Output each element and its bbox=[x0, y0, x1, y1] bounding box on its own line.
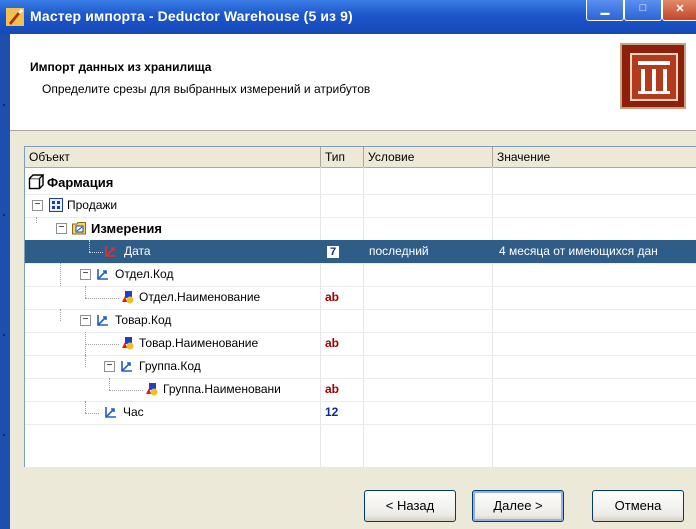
tree-label: Группа.Наименовани bbox=[163, 382, 281, 396]
tree-label: Товар.Код bbox=[115, 313, 172, 327]
tree-label: Измерения bbox=[91, 221, 162, 236]
import-wizard-window: Мастер импорта - Deductor Warehouse (5 и… bbox=[0, 0, 696, 529]
tree-label: Отдел.Наименование bbox=[139, 290, 261, 304]
tree-label: Продажи bbox=[67, 198, 118, 212]
window-title: Мастер импорта - Deductor Warehouse (5 и… bbox=[30, 8, 353, 24]
column-type[interactable]: Тип bbox=[321, 147, 364, 167]
tree-label: Отдел.Код bbox=[115, 267, 174, 281]
tree-row[interactable]: Фармация bbox=[25, 171, 696, 195]
date-type-icon: 7 bbox=[327, 246, 339, 258]
tree-row[interactable]: − Группа.Код bbox=[25, 355, 696, 379]
tree-row[interactable]: Товар.Наименование ab bbox=[25, 332, 696, 356]
tree-row[interactable]: − Отдел.Код bbox=[25, 263, 696, 287]
tree-row[interactable]: − Измерения bbox=[25, 217, 696, 241]
cancel-button[interactable]: Отмена bbox=[592, 490, 684, 522]
dimension-axis-icon bbox=[121, 361, 132, 372]
cube-icon bbox=[28, 174, 44, 190]
close-button[interactable]: ✕ bbox=[662, 0, 696, 21]
number-type-icon: 12 bbox=[325, 405, 339, 419]
attribute-icon bbox=[122, 337, 134, 350]
tree-row[interactable]: Отдел.Наименование ab bbox=[25, 286, 696, 310]
collapse-toggle[interactable]: − bbox=[104, 361, 115, 372]
tree-label: Дата bbox=[124, 244, 151, 258]
dimensions-folder-icon bbox=[72, 222, 86, 235]
collapse-toggle[interactable]: − bbox=[80, 269, 91, 280]
title-bar[interactable]: Мастер импорта - Deductor Warehouse (5 и… bbox=[0, 0, 696, 34]
tree-row[interactable]: Час 12 bbox=[25, 401, 696, 425]
back-button[interactable]: < Назад bbox=[364, 490, 456, 522]
dimension-axis-icon bbox=[105, 246, 116, 257]
minimize-button[interactable]: ▁ bbox=[586, 0, 624, 21]
column-condition[interactable]: Условие bbox=[364, 147, 493, 167]
tree-label: Товар.Наименование bbox=[139, 336, 259, 350]
collapse-toggle[interactable]: − bbox=[56, 223, 67, 234]
tree-row[interactable]: − Продажи bbox=[25, 194, 696, 218]
attribute-icon bbox=[122, 291, 134, 304]
minimize-icon: ▁ bbox=[600, 3, 610, 15]
string-type-icon: ab bbox=[325, 336, 340, 350]
tree-label: Группа.Код bbox=[139, 359, 201, 373]
close-icon: ✕ bbox=[675, 3, 685, 15]
tree-label: Фармация bbox=[47, 175, 114, 190]
attribute-icon bbox=[146, 383, 158, 396]
dimension-axis-icon bbox=[97, 315, 108, 326]
cube-grid-icon bbox=[49, 198, 63, 212]
value-cell[interactable]: 4 месяца от имеющихся дан bbox=[499, 240, 696, 263]
next-button[interactable]: Далее > bbox=[472, 490, 564, 522]
grid-header: Объект Тип Условие Значение bbox=[25, 147, 696, 168]
collapse-toggle[interactable]: − bbox=[80, 315, 91, 326]
deductor-logo bbox=[620, 43, 686, 109]
tree-row[interactable]: − Товар.Код bbox=[25, 309, 696, 333]
border-decoration bbox=[3, 104, 5, 436]
dimension-axis-icon bbox=[97, 269, 108, 280]
window-left-border bbox=[0, 34, 10, 529]
slices-tree-grid[interactable]: Объект Тип Условие Значение Фармация − П… bbox=[24, 146, 696, 467]
string-type-icon: ab bbox=[325, 382, 340, 396]
page-subtitle: Определите срезы для выбранных измерений… bbox=[42, 82, 371, 96]
string-type-icon: ab bbox=[325, 290, 340, 304]
tree-label: Час bbox=[123, 405, 144, 419]
collapse-toggle[interactable]: − bbox=[32, 200, 43, 211]
wizard-icon bbox=[6, 8, 24, 26]
page-title: Импорт данных из хранилища bbox=[30, 60, 212, 74]
condition-cell[interactable]: последний bbox=[369, 240, 493, 263]
dimension-axis-icon bbox=[105, 407, 116, 418]
tree-row-selected[interactable]: Дата 7 последний 4 месяца от имеющихся д… bbox=[25, 240, 696, 264]
maximize-button[interactable]: □ bbox=[624, 0, 662, 21]
column-object[interactable]: Объект bbox=[25, 147, 321, 167]
warehouse-logo-icon bbox=[638, 61, 670, 94]
tree-row[interactable]: Группа.Наименовани ab bbox=[25, 378, 696, 402]
column-value[interactable]: Значение bbox=[493, 147, 696, 167]
wizard-header: Импорт данных из хранилища Определите ср… bbox=[10, 34, 696, 131]
maximize-icon: □ bbox=[639, 2, 647, 14]
